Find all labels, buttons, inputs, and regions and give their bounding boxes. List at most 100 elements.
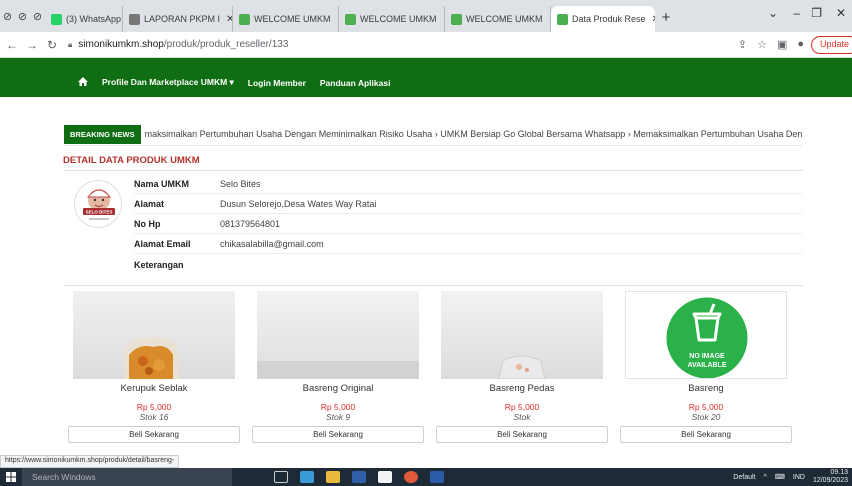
product-card: Kerupuk Seblak Rp 5,000 Stok 16 Beli Sek…: [68, 291, 240, 453]
tab-title: Data Produk Rese: [572, 14, 646, 24]
url-host: simonikumkm.shop: [78, 39, 164, 50]
language-indicator[interactable]: IND: [793, 474, 805, 481]
info-row-nohp: No Hp 081379564801: [134, 215, 802, 234]
tab-close-icon[interactable]: ✕: [646, 14, 655, 25]
product-stock: Stok 20: [691, 412, 721, 422]
tab-favicon-icon: [239, 13, 250, 25]
info-row-keterangan: Keterangan: [134, 255, 802, 274]
share-icon[interactable]: ⇪: [738, 38, 747, 51]
product-name[interactable]: Basreng Pedas: [436, 383, 608, 394]
product-grid: Kerupuk Seblak Rp 5,000 Stok 16 Beli Sek…: [64, 291, 802, 453]
status-url-bubble: https://www.simonikumkm.shop/produk/deta…: [0, 455, 180, 468]
back-icon[interactable]: ←: [4, 38, 20, 52]
browser-tab[interactable]: (3) WhatsApp✕: [45, 6, 123, 32]
info-value: Selo Bites: [220, 179, 261, 189]
buy-now-button[interactable]: Beli Sekarang: [68, 426, 240, 443]
product-name[interactable]: Kerupuk Seblak: [68, 383, 240, 394]
chrome-icon[interactable]: [404, 471, 418, 483]
product-name[interactable]: Basreng Original: [252, 383, 424, 394]
edge-icon[interactable]: [300, 471, 314, 483]
info-label: Alamat Email: [134, 239, 191, 249]
news-ticker[interactable]: maksimalkan Pertumbuhan Usaha Dengan Mem…: [141, 129, 802, 139]
url-input[interactable]: 🔒︎ simonikumkm.shop/produk/produk_resell…: [68, 35, 288, 55]
divider: [63, 170, 803, 171]
buy-now-button[interactable]: Beli Sekarang: [620, 426, 792, 443]
bluetooth-icon[interactable]: [352, 471, 366, 483]
browser-tab-strip: ⊘ ⊘ ⊘ (3) WhatsApp✕LAPORAN PKPM I✕WELCOM…: [0, 0, 852, 32]
taskbar-search-input[interactable]: Search Windows: [22, 468, 232, 486]
forward-icon[interactable]: →: [24, 38, 40, 52]
info-value: 081379564801: [220, 219, 281, 229]
site-navbar: Profile Dan Marketplace UMKM ▾ Login Mem…: [0, 58, 852, 97]
new-tab-button[interactable]: +: [655, 9, 677, 26]
nav-profile-marketplace[interactable]: Profile Dan Marketplace UMKM ▾: [102, 77, 234, 88]
clock-time[interactable]: 09.13: [830, 469, 848, 477]
tab-group-icon[interactable]: ⊘: [30, 5, 45, 27]
info-label: No Hp: [134, 219, 161, 229]
divider: [63, 285, 803, 286]
tab-close-icon[interactable]: ✕: [543, 14, 551, 25]
breaking-news-label: BREAKING NEWS: [64, 124, 141, 144]
product-image[interactable]: [441, 291, 603, 379]
info-value: chikasalabilla@gmail.com: [220, 239, 324, 249]
word-icon[interactable]: [430, 471, 444, 483]
product-card: NO IMAGE AVAILABLE Basreng Rp 5,000 Stok…: [620, 291, 792, 453]
nav-login-member[interactable]: Login Member: [248, 78, 306, 88]
tray-chevron-icon[interactable]: ^: [763, 474, 766, 481]
buy-now-button[interactable]: Beli Sekarang: [252, 426, 424, 443]
bookmark-star-icon[interactable]: ☆: [757, 38, 767, 51]
profile-avatar-icon[interactable]: ●: [797, 38, 804, 51]
info-row-alamat: Alamat Dusun Selorejo,Desa Wates Way Rat…: [134, 195, 802, 214]
buy-now-button[interactable]: Beli Sekarang: [436, 426, 608, 443]
product-price: Rp 5,000: [504, 402, 540, 412]
tab-close-icon[interactable]: ✕: [437, 14, 445, 25]
product-image[interactable]: [257, 291, 419, 379]
tab-favicon-icon: [451, 13, 462, 25]
tab-title: WELCOME UMKM: [254, 14, 331, 24]
nav-panduan-aplikasi[interactable]: Panduan Aplikasi: [320, 78, 391, 88]
product-stock: Stok 16: [139, 412, 169, 422]
umkm-logo: SELO BITES: [74, 180, 122, 228]
windows-start-icon[interactable]: [0, 468, 22, 486]
tab-title: (3) WhatsApp: [66, 14, 122, 24]
umkm-info: SELO BITES Nama UMKM Selo Bites Alamat D…: [64, 175, 802, 283]
tab-title: LAPORAN PKPM I: [144, 14, 221, 24]
info-row-nama: Nama UMKM Selo Bites: [134, 175, 802, 194]
home-icon[interactable]: [78, 77, 88, 88]
tab-group-icon[interactable]: ⊘: [0, 5, 15, 27]
browser-tab[interactable]: WELCOME UMKM✕: [445, 6, 551, 32]
product-stock: Stok: [513, 412, 531, 422]
product-card: Basreng Original Rp 5,000 Stok 9 Beli Se…: [252, 291, 424, 453]
keyboard-icon[interactable]: ⌨: [775, 473, 785, 481]
lock-icon: 🔒︎: [68, 39, 73, 49]
product-card: Basreng Pedas Rp 5,000 Stok Beli Sekaran…: [436, 291, 608, 453]
tab-close-icon[interactable]: ✕: [331, 14, 339, 25]
browser-tab[interactable]: LAPORAN PKPM I✕: [123, 6, 233, 32]
task-view-icon[interactable]: [274, 471, 288, 483]
browser-tab[interactable]: WELCOME UMKM✕: [339, 6, 445, 32]
restore-button[interactable]: ❐: [811, 6, 822, 20]
tray-default-label[interactable]: Default: [733, 474, 755, 481]
logo-text: SELO BITES: [86, 210, 113, 215]
tab-close-icon[interactable]: ✕: [220, 14, 232, 25]
reload-icon[interactable]: ↻: [44, 38, 60, 52]
info-label: Nama UMKM: [134, 179, 190, 189]
sidepanel-icon[interactable]: ▣: [777, 38, 787, 51]
product-image[interactable]: NO IMAGE AVAILABLE: [625, 291, 787, 379]
file-explorer-icon[interactable]: [326, 471, 340, 483]
url-path: /produk/produk_reseller/133: [163, 39, 289, 50]
store-icon[interactable]: [378, 471, 392, 483]
tab-group-icon[interactable]: ⊘: [15, 5, 30, 27]
product-image[interactable]: [73, 291, 235, 379]
minimize-button[interactable]: –: [793, 6, 800, 20]
info-label: Alamat: [134, 199, 165, 209]
clock-date[interactable]: 12/09/2023: [813, 477, 848, 485]
tab-search-chevron-icon[interactable]: ⌄: [768, 6, 778, 20]
browser-tab[interactable]: WELCOME UMKM✕: [233, 6, 339, 32]
info-label: Keterangan: [134, 259, 184, 270]
update-button[interactable]: Update: [810, 36, 852, 54]
browser-tab[interactable]: Data Produk Rese✕: [551, 6, 655, 32]
address-bar: ← → ↻ 🔒︎ simonikumkm.shop/produk/produk_…: [0, 32, 852, 58]
product-name[interactable]: Basreng: [620, 383, 792, 394]
close-window-button[interactable]: ✕: [836, 6, 846, 20]
